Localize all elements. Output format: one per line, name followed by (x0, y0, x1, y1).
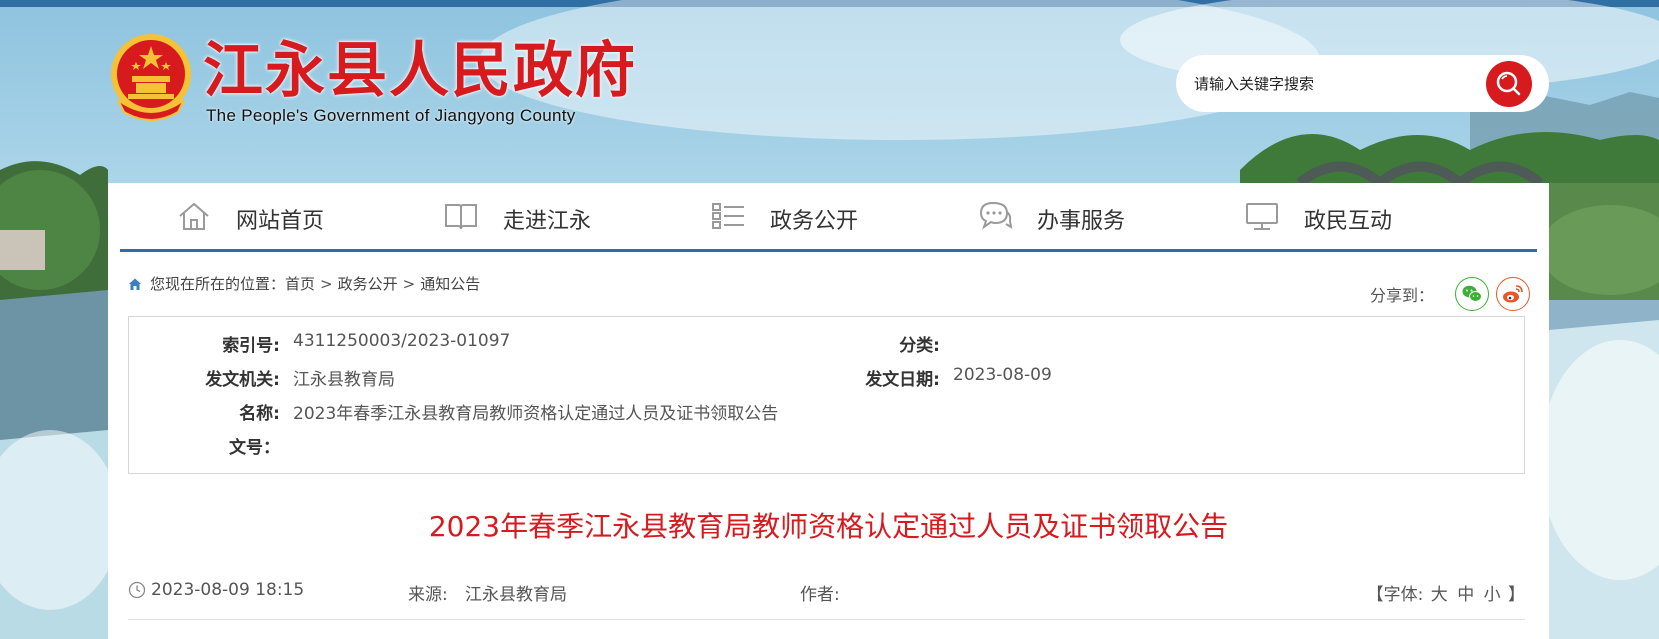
issuer-value: 江永县教育局 (293, 370, 395, 390)
chat-bubbles-icon (979, 201, 1013, 230)
home-icon (129, 278, 141, 290)
breadcrumb-link-gov-affairs[interactable]: 政务公开 (338, 273, 398, 294)
share-weibo-button[interactable] (1496, 277, 1531, 311)
font-large-link[interactable]: 大 (1431, 585, 1448, 605)
breadcrumb-prefix: 您现在所在的位置： (150, 275, 286, 293)
share-label: 分享到： (1370, 286, 1435, 305)
name-label: 名称: (239, 404, 280, 424)
document-meta-box: 索引号: 4311250003/2023-01097 分类: 发文机关: 江永县… (128, 316, 1525, 474)
font-size-suffix: 】 (1508, 585, 1525, 605)
nav-item-label: 走进江永 (503, 209, 592, 234)
article-title: 2023年春季江永县教育局教师资格认定通过人员及证书领取公告 (428, 510, 1229, 543)
nav-item-label: 政民互动 (1304, 209, 1393, 234)
nav-item-label: 网站首页 (236, 209, 325, 234)
publish-datetime: 2023-08-09 18:15 (151, 580, 305, 600)
index-label: 索引号: (222, 336, 280, 356)
issue-date-label: 发文日期: (865, 370, 940, 390)
breadcrumb-separator: > (320, 274, 333, 293)
national-emblem-logo (108, 32, 194, 122)
search-input[interactable] (1194, 69, 1474, 99)
author-label: 作者: (800, 585, 840, 605)
main-panel: 网站首页 走进江永 政务公开 办事服务 政民互动 您现在所在的位置： 首页 > … (108, 183, 1549, 639)
doc-number-label: 文号： (229, 438, 280, 458)
monitor-icon (1246, 203, 1278, 230)
breadcrumb-separator: > (402, 274, 416, 293)
nav-item-label: 政务公开 (770, 209, 859, 234)
nav-item-services[interactable]: 办事服务 (969, 183, 1252, 249)
share-wechat-button[interactable] (1455, 277, 1490, 311)
book-icon (445, 204, 477, 230)
share-bar: 分享到： (1370, 277, 1531, 311)
clock-icon (128, 581, 146, 601)
font-medium-link[interactable]: 中 (1457, 585, 1474, 605)
nav-item-about[interactable]: 走进江永 (403, 183, 686, 249)
breadcrumb-link-home[interactable]: 首页 (285, 273, 315, 294)
breadcrumb: 您现在所在的位置： 首页 > 政务公开 > 通知公告 (128, 273, 480, 294)
wechat-icon (1462, 285, 1483, 302)
source-label: 来源: (408, 585, 448, 605)
font-small-link[interactable]: 小 (1484, 585, 1501, 605)
weibo-icon (1503, 285, 1523, 303)
site-subtitle: The People's Government of Jiangyong Cou… (206, 106, 576, 125)
search-box (1176, 55, 1549, 112)
nav-item-label: 办事服务 (1037, 209, 1126, 234)
font-size-controls: 【字体: 大 中 小 】 (1367, 580, 1525, 605)
nav-item-gov-affairs[interactable]: 政务公开 (686, 183, 969, 249)
source-value: 江永县教育局 (465, 585, 567, 605)
list-icon (712, 203, 744, 229)
site-title: 江永县人民政府 (203, 36, 637, 106)
nav-item-interaction[interactable]: 政民互动 (1246, 183, 1535, 249)
issuer-label: 发文机关: (205, 370, 280, 390)
breadcrumb-link-notices[interactable]: 通知公告 (420, 273, 480, 294)
nav-item-home[interactable]: 网站首页 (120, 183, 403, 249)
home-icon (179, 202, 209, 230)
search-button[interactable] (1486, 61, 1532, 107)
main-nav: 网站首页 走进江永 政务公开 办事服务 政民互动 (120, 183, 1537, 252)
category-label: 分类: (899, 336, 940, 356)
article-info-row: 2023-08-09 18:15 来源: 江永县教育局 作者: 【字体: 大 中… (128, 580, 1525, 620)
issue-date-value: 2023-08-09 (953, 365, 1052, 385)
index-value: 4311250003/2023-01097 (293, 331, 511, 351)
font-size-prefix: 【字体: (1366, 585, 1424, 605)
name-value: 2023年春季江永县教育局教师资格认定通过人员及证书领取公告 (293, 404, 779, 424)
search-icon (1496, 71, 1521, 96)
